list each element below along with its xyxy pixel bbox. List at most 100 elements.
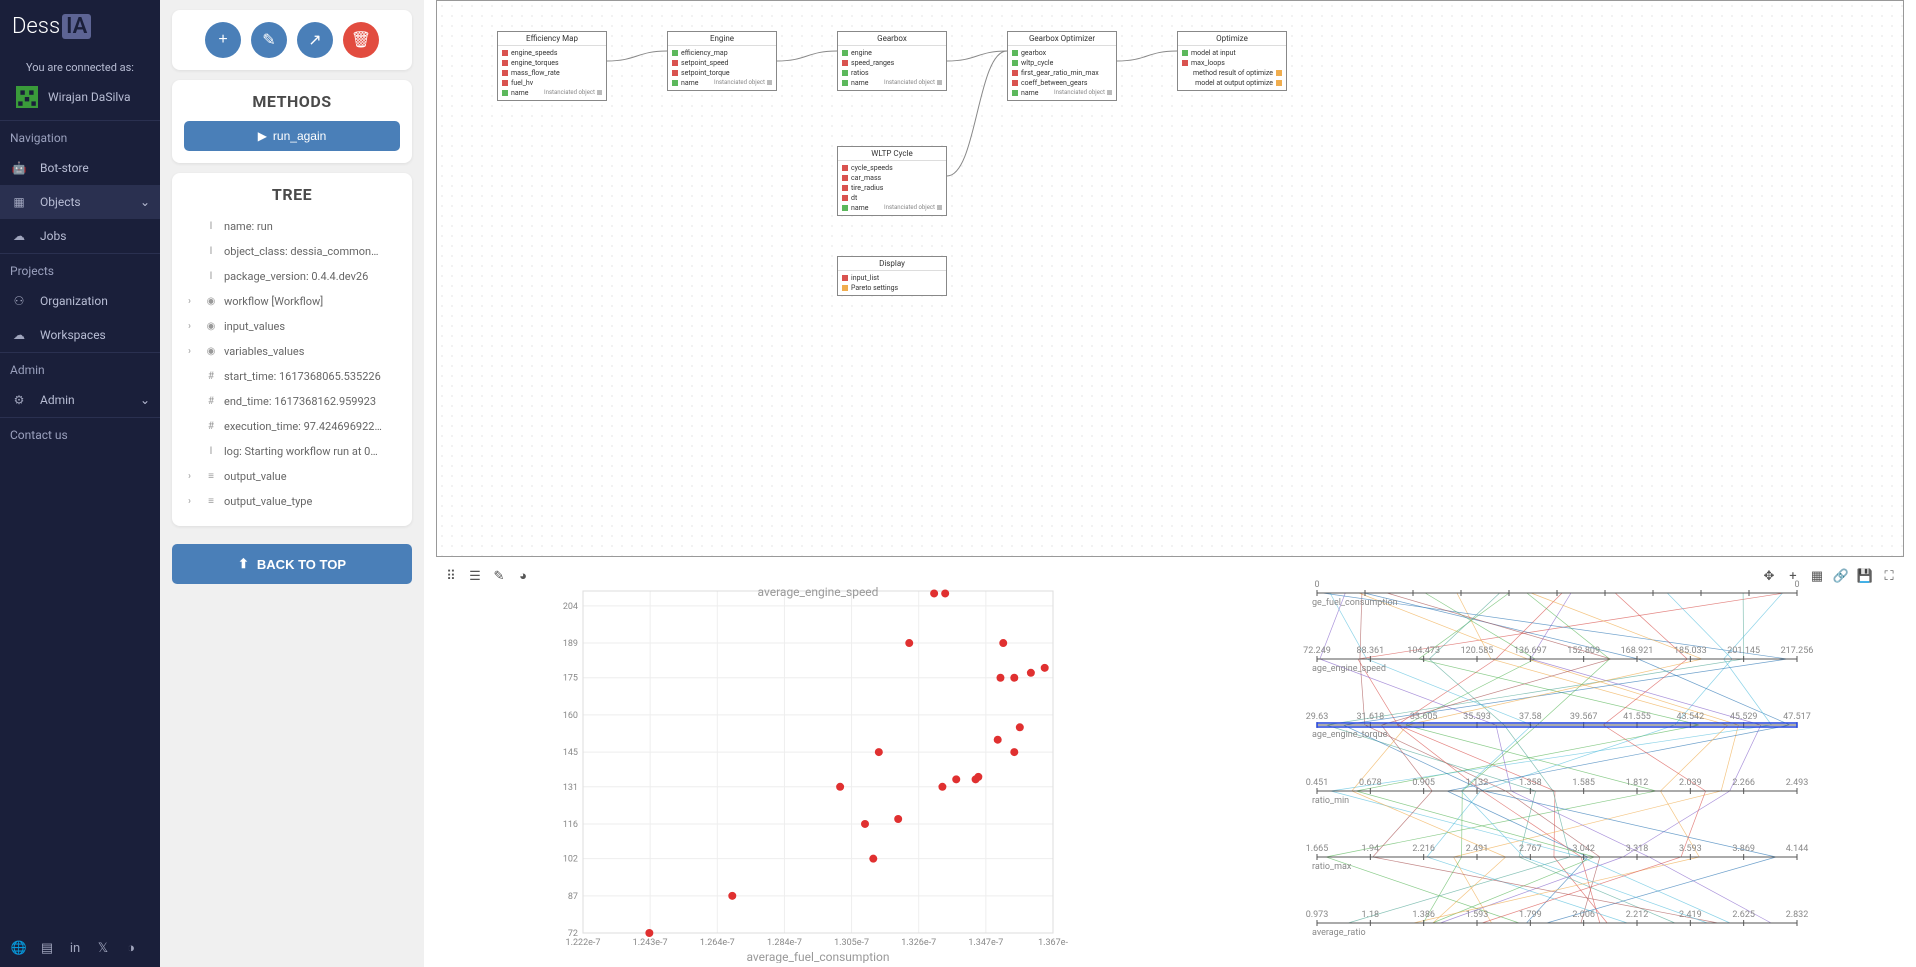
- svg-text:1.665: 1.665: [1306, 844, 1329, 854]
- chevron-right-icon: ›: [188, 346, 198, 357]
- gauge-icon[interactable]: ◕: [516, 569, 530, 583]
- svg-text:2.039: 2.039: [1679, 778, 1702, 788]
- svg-text:3.042: 3.042: [1572, 844, 1595, 854]
- tree-item[interactable]: ›≡output_value: [184, 464, 400, 489]
- port-label: coeff_between_gears: [1021, 79, 1087, 87]
- node-port: engine_torques: [502, 58, 602, 68]
- node-instance: Instanciated object: [1054, 89, 1112, 96]
- port-label: name: [681, 79, 699, 87]
- tree-type-icon: ◉: [206, 296, 216, 307]
- tree-item[interactable]: ›◉workflow [Workflow]: [184, 289, 400, 314]
- workflow-node-gbx[interactable]: Gearboxenginespeed_rangesratiosnameInsta…: [837, 31, 947, 91]
- svg-text:ge_fuel_consumption: ge_fuel_consumption: [1312, 598, 1398, 608]
- port-dot: [842, 165, 848, 171]
- user-gear-icon: ⚙: [10, 391, 28, 409]
- node-port: first_gear_ratio_min_max: [1012, 68, 1112, 78]
- parallel-plot[interactable]: 00ge_fuel_consumption72.24988.361104.473…: [1170, 563, 1904, 963]
- node-port: wltp_cycle: [1012, 58, 1112, 68]
- sidebar-item-jobs[interactable]: ☁ Jobs: [0, 219, 160, 253]
- svg-text:2.832: 2.832: [1786, 910, 1809, 920]
- svg-text:average_ratio: average_ratio: [1312, 928, 1366, 938]
- node-port: input_list: [842, 273, 942, 283]
- sidebar-item-admin[interactable]: ⚙ Admin ⌄: [0, 383, 160, 417]
- svg-text:0.678: 0.678: [1359, 778, 1382, 788]
- port-label: input_list: [851, 274, 879, 282]
- grid-icon[interactable]: ⠿: [444, 569, 458, 583]
- workflow-node-wltp[interactable]: WLTP Cyclecycle_speedscar_masstire_radiu…: [837, 146, 947, 216]
- edit-icon[interactable]: ✎: [492, 569, 506, 583]
- edit-button[interactable]: ✎: [251, 22, 287, 58]
- delete-button[interactable]: 🗑: [343, 22, 379, 58]
- svg-text:0.451: 0.451: [1306, 778, 1329, 788]
- workflow-node-optz[interactable]: Optimizemodel at inputmax_loopsmethod re…: [1177, 31, 1287, 91]
- node-port: max_loops: [1182, 58, 1282, 68]
- link-icon[interactable]: 🔗: [1834, 569, 1848, 583]
- svg-text:1.305e-7: 1.305e-7: [834, 938, 869, 948]
- node-title: Efficiency Map: [498, 32, 606, 46]
- sidebar-item-label: Bot-store: [40, 161, 89, 175]
- tree-type-icon: ≡: [206, 496, 216, 507]
- list-icon[interactable]: ☰: [468, 569, 482, 583]
- workflow-canvas[interactable]: Efficiency Mapengine_speedsengine_torque…: [436, 0, 1904, 557]
- tree-item[interactable]: ›≡output_value_type: [184, 489, 400, 514]
- workflow-node-opt[interactable]: Gearbox Optimizergearboxwltp_cyclefirst_…: [1007, 31, 1117, 101]
- svg-text:185.033: 185.033: [1674, 646, 1707, 656]
- sidebar-item-workspaces[interactable]: ☁ Workspaces: [0, 318, 160, 352]
- node-port: dt: [842, 193, 942, 203]
- add-button[interactable]: +: [205, 22, 241, 58]
- svg-text:3.593: 3.593: [1679, 844, 1702, 854]
- parallel-toolbar: ✥ + ▦ 🔗 💾 ⛶: [1762, 569, 1896, 583]
- svg-text:175: 175: [563, 674, 578, 684]
- share-button[interactable]: ↗: [297, 22, 333, 58]
- svg-text:1.799: 1.799: [1519, 910, 1542, 920]
- port-label: engine: [851, 49, 872, 57]
- node-output: method result of optimize: [1182, 68, 1282, 78]
- svg-text:1.326e-7: 1.326e-7: [901, 938, 936, 948]
- tree-item-text: execution_time: 97.424696922…: [224, 420, 382, 433]
- globe-icon[interactable]: 🌐: [12, 941, 26, 955]
- node-instance: Instanciated object: [884, 204, 942, 211]
- sidebar-item-botstore[interactable]: 🤖 Bot-store: [0, 151, 160, 185]
- run-again-button[interactable]: ▶ run_again: [184, 121, 400, 151]
- svg-text:age_engine_torque: age_engine_torque: [1312, 730, 1388, 740]
- workflow-node-disp[interactable]: Displayinput_listPareto settings: [837, 256, 947, 296]
- sidebar-item-organization[interactable]: ⚇ Organization: [0, 284, 160, 318]
- grid4-icon[interactable]: ▦: [1810, 569, 1824, 583]
- linkedin-icon[interactable]: in: [68, 941, 82, 955]
- svg-text:1.264e-7: 1.264e-7: [700, 938, 735, 948]
- scatter-plot[interactable]: 72871021161311451601751892041.222e-71.24…: [436, 563, 1170, 963]
- tree-item[interactable]: ›◉variables_values: [184, 339, 400, 364]
- svg-text:1.593: 1.593: [1466, 910, 1489, 920]
- user-row: Wirajan DaSilva: [0, 78, 160, 120]
- controls-card: + ✎ ↗ 🗑: [172, 10, 412, 70]
- fullscreen-icon[interactable]: ⛶: [1882, 569, 1896, 583]
- plus-icon[interactable]: +: [1786, 569, 1800, 583]
- node-port: mass_flow_rate: [502, 68, 602, 78]
- move-icon[interactable]: ✥: [1762, 569, 1776, 583]
- port-dot: [672, 70, 678, 76]
- logo: DessIA: [0, 0, 160, 53]
- sidebar-item-label: Workspaces: [40, 328, 106, 342]
- tree-item-text: input_values: [224, 320, 285, 333]
- tree-item[interactable]: ›◉input_values: [184, 314, 400, 339]
- parallel-chart: ✥ + ▦ 🔗 💾 ⛶ 00ge_fuel_consumption72.2498…: [1170, 563, 1904, 963]
- twitter-icon[interactable]: 𝕏: [96, 941, 110, 955]
- node-instance: Instanciated object: [544, 89, 602, 96]
- sidebar-item-label: Jobs: [40, 229, 66, 243]
- svg-text:2.767: 2.767: [1519, 844, 1542, 854]
- back-to-top-button[interactable]: ⬆ BACK TO TOP: [172, 544, 412, 584]
- play-icon: ▶: [258, 129, 267, 143]
- book-icon[interactable]: ▤: [40, 941, 54, 955]
- save-icon[interactable]: 💾: [1858, 569, 1872, 583]
- workflow-node-eff[interactable]: Efficiency Mapengine_speedsengine_torque…: [497, 31, 607, 101]
- sidebar-item-objects[interactable]: ▦ Objects ⌄: [0, 185, 160, 219]
- tree-item-text: variables_values: [224, 345, 304, 358]
- svg-text:0.973: 0.973: [1306, 910, 1329, 920]
- github-icon[interactable]: ◑: [124, 941, 138, 955]
- port-dot: [502, 70, 508, 76]
- workflow-node-eng[interactable]: Engineefficiency_mapsetpoint_speedsetpoi…: [667, 31, 777, 91]
- sidebar-item-label: Objects: [40, 195, 81, 209]
- svg-text:2.006: 2.006: [1572, 910, 1595, 920]
- tree-item-text: start_time: 1617368065.535226: [224, 370, 381, 383]
- cloud-icon: ☁: [10, 326, 28, 344]
